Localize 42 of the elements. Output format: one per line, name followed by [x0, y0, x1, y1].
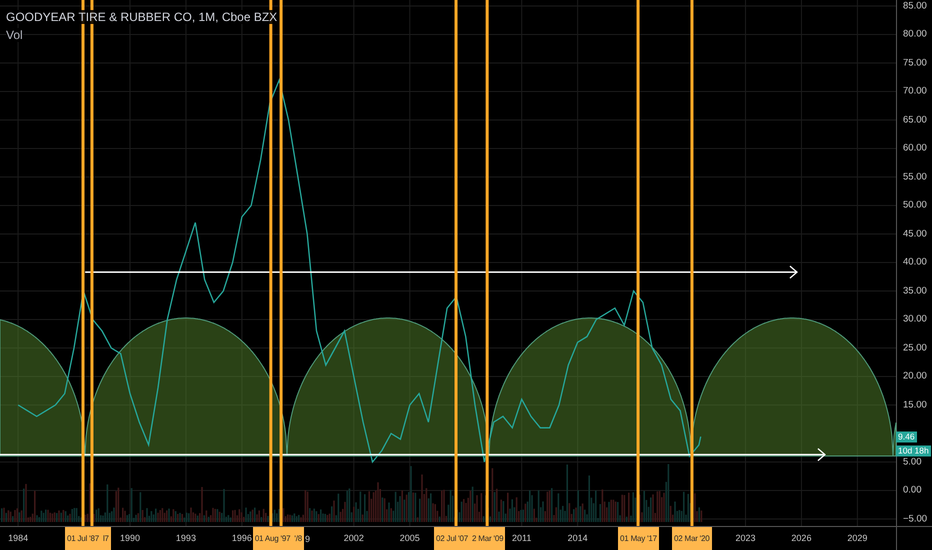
year-label: 2029: [847, 533, 868, 543]
price-label: 85.00: [903, 0, 927, 12]
date-label: 2 Mar '09: [470, 527, 506, 550]
year-label: 9: [304, 534, 310, 544]
year-label: 2005: [400, 533, 420, 543]
price-label: 50.00: [903, 200, 927, 211]
price-label: 15.00: [903, 399, 927, 410]
volume-label: Vol: [6, 28, 23, 42]
price-label: 45.00: [903, 228, 927, 240]
price-label: 65.00: [903, 114, 927, 126]
price-label: 80.00: [903, 28, 927, 40]
date-label: 02 Jul '07: [434, 527, 470, 550]
chart-title: GOODYEAR TIRE & RUBBER CO, 1M, Cboe BZX: [6, 10, 278, 24]
price-label: 75.00: [903, 57, 927, 68]
price-label: 35.00: [903, 285, 927, 296]
price-label: 5.00: [903, 456, 922, 468]
date-label: 01 Aug '97: [252, 527, 292, 550]
year-label: 2002: [344, 533, 364, 543]
price-label: 40.00: [903, 256, 927, 268]
date-label: '/8: [292, 527, 304, 550]
price-label: −5.00: [903, 513, 928, 524]
date-label: 01 May '17: [618, 527, 659, 550]
price-label: 60.00: [903, 142, 927, 154]
date-label: 02 Mar '20: [672, 527, 712, 550]
price-label: 25.00: [903, 342, 927, 354]
year-label: 1993: [176, 533, 196, 543]
price-label: 0.00: [903, 484, 922, 496]
date-label: l7: [100, 527, 111, 550]
price-label: 30.00: [903, 314, 927, 325]
date-label: 01 Jul '87: [64, 527, 101, 550]
price-label: 70.00: [903, 86, 927, 97]
year-label: 1996: [232, 533, 252, 543]
price-label: 20.00: [903, 370, 927, 382]
year-label: 2023: [735, 533, 756, 543]
year-label: 2014: [568, 533, 588, 543]
year-label: 1990: [120, 533, 140, 543]
price-label: 55.00: [903, 171, 927, 182]
year-label: 2026: [791, 533, 812, 543]
price-tag: 9.46: [896, 431, 917, 442]
countdown-tag: 10d 18h: [896, 445, 931, 456]
year-label: 1984: [8, 533, 28, 543]
year-label: 2011: [512, 533, 532, 543]
